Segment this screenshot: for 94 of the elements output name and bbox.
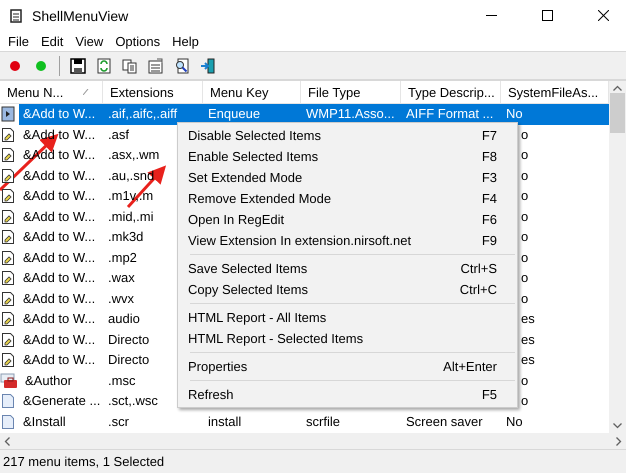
table-cell: o	[521, 188, 528, 203]
table-cell: o	[521, 393, 528, 408]
table-cell: scrfile	[306, 414, 340, 428]
menu-item[interactable]: Set Extended Mode F3	[180, 167, 515, 188]
close-icon	[598, 10, 608, 21]
table-cell[interactable]: &Generate ...	[19, 391, 103, 412]
scroll-left-icon[interactable]	[4, 436, 10, 446]
table-cell[interactable]: &Add to W...	[19, 248, 103, 268]
menu-item[interactable]: View Extension In extension.nirsoft.net F9	[180, 230, 515, 251]
table-cell: es	[521, 352, 535, 367]
table-cell[interactable]: &Add to W...	[19, 288, 103, 309]
file-icon	[0, 393, 16, 410]
table-cell: .scr	[108, 414, 129, 428]
menu-item[interactable]: Options	[109, 34, 166, 48]
table-cell: o	[521, 168, 528, 182]
table-cell[interactable]: &Add to W...	[19, 124, 103, 145]
scroll-down-icon[interactable]	[613, 423, 622, 429]
table-cell: .aif,.aifc,.aiff	[108, 106, 178, 121]
search-icon	[174, 58, 190, 74]
scroll-right-icon[interactable]	[616, 436, 622, 446]
table-cell: .asf	[108, 126, 129, 142]
table-cell: Directo	[108, 352, 150, 367]
refresh-icon	[96, 58, 112, 74]
table-cell: .wax	[108, 270, 135, 285]
menu-item[interactable]: Properties Alt+Enter	[180, 356, 515, 377]
table-cell: o	[521, 372, 528, 388]
table-cell: Screen saver	[406, 414, 483, 428]
dot-icon	[9, 60, 21, 72]
table-cell: es	[521, 311, 535, 326]
menu-item[interactable]: View	[69, 34, 110, 48]
document-icon	[148, 58, 164, 74]
table-cell: o	[521, 229, 528, 244]
table-cell: .sct,.wsc	[108, 393, 158, 408]
menu-item[interactable]: HTML Report - Selected Items	[180, 328, 515, 349]
table-cell: No	[506, 106, 523, 121]
table-cell: AIFF Format ...	[406, 106, 494, 121]
status-text: 217 menu items, 1 Selected	[3, 454, 164, 469]
dot-icon	[35, 60, 47, 72]
menu-item[interactable]: Save Selected Items Ctrl+S	[180, 258, 515, 279]
table-cell: install	[208, 414, 242, 428]
table-cell[interactable]: &Add to W...	[19, 166, 103, 186]
table-cell: o	[521, 126, 528, 142]
column-header[interactable]: Menu Key	[203, 81, 301, 104]
menu-item[interactable]: Refresh F5	[180, 384, 515, 405]
table-cell[interactable]: &Add to W...	[19, 309, 103, 330]
menu-item[interactable]: Remove Extended Mode F4	[180, 188, 515, 209]
menu-item[interactable]: Open In RegEdit F6	[180, 209, 515, 230]
table-cell: Directo	[108, 332, 150, 346]
menu-item[interactable]: Disable Selected Items F7	[180, 125, 515, 146]
menu-item[interactable]: Copy Selected Items Ctrl+C	[180, 279, 515, 300]
table-cell[interactable]: &Add to W...	[19, 186, 103, 206]
table-cell: .wvx	[108, 290, 134, 306]
menu-item[interactable]: Edit	[34, 34, 70, 48]
toolbox-icon	[0, 372, 18, 389]
menu-item[interactable]: Enable Selected Items F8	[180, 146, 515, 167]
table-cell: .asx,.wm	[108, 147, 160, 162]
table-cell: es	[521, 332, 535, 346]
scrollbar-thumb[interactable]	[610, 93, 625, 133]
menu-item[interactable]: Help	[166, 34, 205, 48]
table-cell: .mp2	[108, 250, 137, 264]
menu-item[interactable]: HTML Report - All Items	[180, 307, 515, 328]
table-cell: No	[506, 414, 523, 428]
copy-icon	[122, 58, 138, 74]
column-header[interactable]: Extensions	[103, 81, 203, 104]
table-cell: o	[521, 147, 528, 162]
column-header[interactable]: Menu N...	[0, 81, 103, 104]
file-icon	[0, 414, 16, 430]
table-cell: .mk3d	[108, 229, 144, 244]
table-cell: o	[521, 270, 528, 285]
scroll-up-icon[interactable]	[613, 85, 622, 91]
table-cell: o	[521, 250, 528, 264]
table-cell: o	[521, 208, 528, 224]
table-cell[interactable]: &Add to W...	[19, 268, 103, 288]
window-title: ShellMenuView	[32, 8, 130, 24]
table-cell[interactable]: &Add to W...	[19, 350, 103, 370]
table-cell[interactable]: &Add to W...	[19, 104, 103, 124]
maximize-icon	[542, 10, 552, 21]
column-header[interactable]: File Type	[301, 81, 401, 104]
table-cell: .msc	[108, 372, 136, 388]
exit-door-icon	[200, 58, 216, 74]
column-header[interactable]: SystemFileAs...	[501, 81, 609, 104]
table-cell[interactable]: &Author	[21, 370, 103, 391]
column-header[interactable]: Type Descrip...	[401, 81, 501, 104]
table-cell[interactable]: &Add to W...	[19, 206, 103, 227]
app-icon	[10, 8, 22, 22]
menu-item[interactable]: File	[2, 34, 35, 48]
table-cell: o	[521, 290, 528, 306]
table-cell: WMP11.Asso...	[306, 106, 395, 121]
table-cell: Enqueue	[208, 106, 260, 121]
table-cell[interactable]: &Add to W...	[19, 227, 103, 248]
table-cell[interactable]: &Install	[19, 412, 103, 432]
table-cell: .mid,.mi	[108, 208, 154, 224]
table-cell[interactable]: &Add to W...	[19, 330, 103, 350]
table-cell: audio	[108, 311, 140, 326]
